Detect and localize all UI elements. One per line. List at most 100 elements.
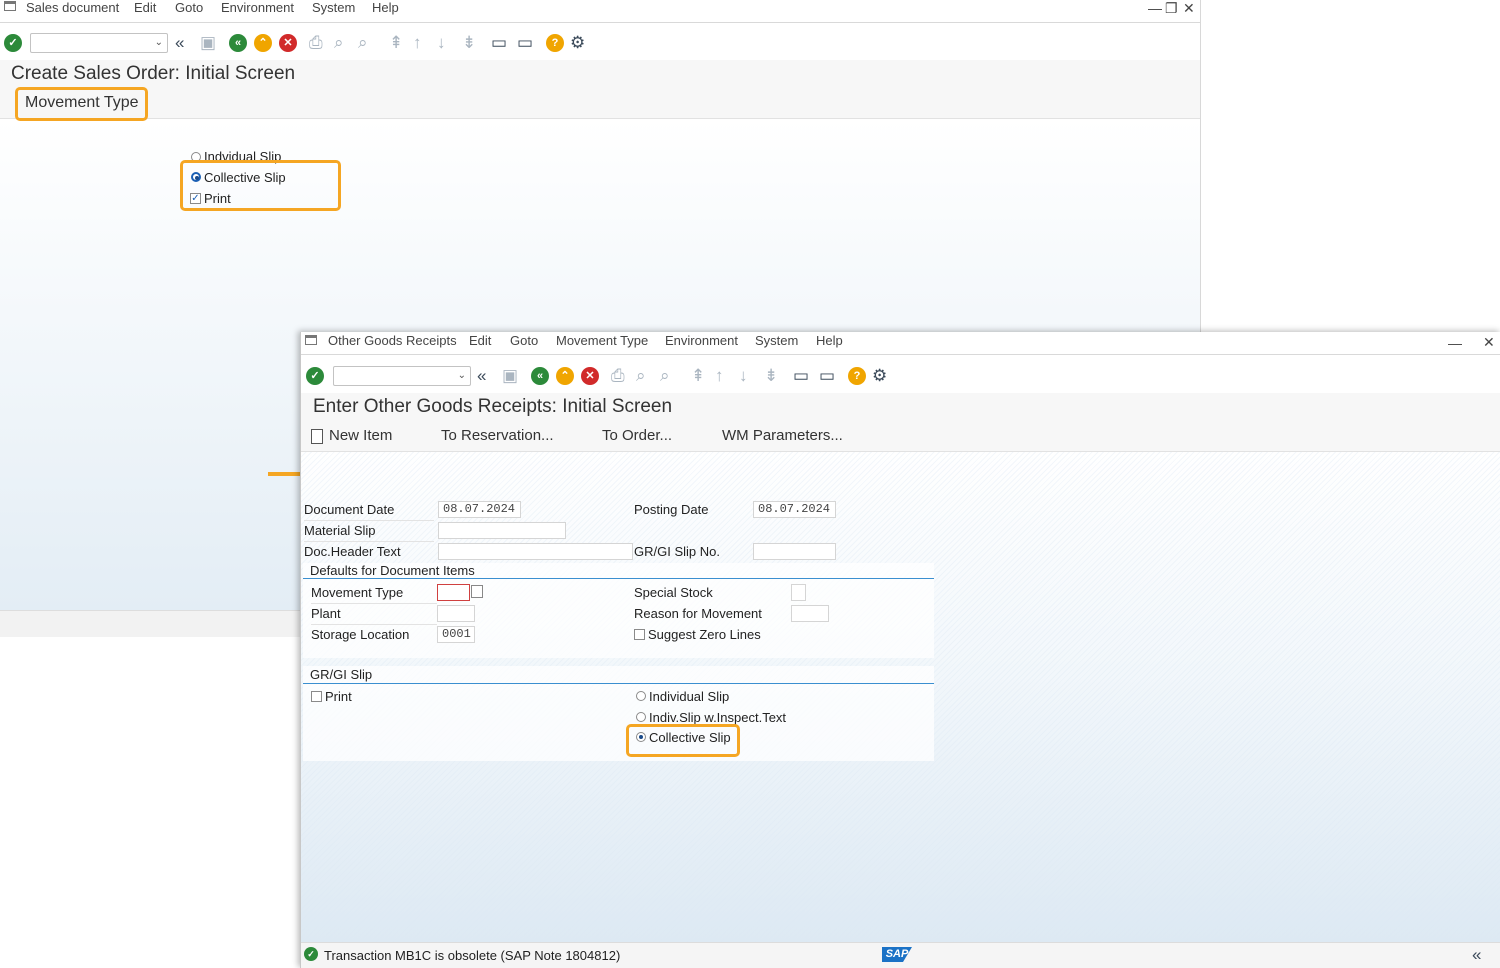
plant-label: Plant <box>311 606 341 621</box>
cancel-icon[interactable]: ✕ <box>581 367 599 385</box>
menu-system[interactable]: System <box>755 333 798 349</box>
menu-icon[interactable] <box>4 1 16 11</box>
document-date-label: Document Date <box>304 502 395 517</box>
suggest-zero-lines-checkbox[interactable] <box>634 629 645 640</box>
menu-environment[interactable]: Environment <box>221 0 294 16</box>
back-icon[interactable]: « <box>531 367 549 385</box>
menu-goto[interactable]: Goto <box>510 333 538 349</box>
posting-date-field[interactable]: 08.07.2024 <box>753 501 836 518</box>
reason-for-movement-field[interactable] <box>791 605 829 622</box>
menu-other-goods-receipts[interactable]: Other Goods Receipts <box>328 333 457 349</box>
exit-icon[interactable]: ⌃ <box>556 367 574 385</box>
collective-slip-highlight <box>626 724 740 757</box>
settings-gear-icon[interactable]: ⚙ <box>872 367 887 385</box>
movement-type-label: Movement Type <box>311 585 404 600</box>
status-message[interactable]: Transaction MB1C is obsolete (SAP Note 1… <box>324 948 620 963</box>
indiv-slip-inspect-label: Indiv.Slip w.Inspect.Text <box>649 710 787 725</box>
doc-header-text-label: Doc.Header Text <box>304 544 401 559</box>
individual-slip-label: Individual Slip <box>649 689 730 704</box>
individual-slip-radio[interactable] <box>636 691 646 701</box>
gr-gi-slip-no-field[interactable] <box>753 543 836 560</box>
chevron-down-icon: ⌄ <box>154 37 163 48</box>
sap-logo: SAP <box>882 947 912 962</box>
menu-bar: Sales document Edit Goto Environment Sys… <box>0 0 1200 23</box>
cancel-icon[interactable]: ✕ <box>279 34 297 52</box>
back-icon[interactable]: « <box>229 34 247 52</box>
minimize-icon[interactable]: — <box>1448 335 1462 351</box>
menu-edit[interactable]: Edit <box>469 333 491 349</box>
new-session-icon[interactable]: ▭ <box>793 367 809 385</box>
application-toolbar: Movement Type <box>0 88 1200 119</box>
menu-sales-document[interactable]: Sales document <box>26 0 119 16</box>
to-order-button[interactable]: To Order... <box>602 427 672 444</box>
menu-goto[interactable]: Goto <box>175 0 203 16</box>
gr-gi-slip-no-label: GR/GI Slip No. <box>634 544 720 559</box>
reason-for-movement-label: Reason for Movement <box>634 606 762 621</box>
collapse-icon[interactable]: « <box>175 34 184 52</box>
special-stock-field[interactable] <box>791 584 806 601</box>
slip-print-checkbox[interactable] <box>311 691 322 702</box>
first-page-icon: ⇞ <box>691 366 706 385</box>
row-divider <box>304 541 434 542</box>
shortcut-icon[interactable]: ▭ <box>819 367 835 385</box>
defaults-group: Defaults for Document Items Movement Typ… <box>303 563 934 658</box>
posting-date-label: Posting Date <box>634 502 709 517</box>
menu-help[interactable]: Help <box>372 0 399 16</box>
doc-header-text-field[interactable] <box>438 543 633 560</box>
menu-help[interactable]: Help <box>816 333 843 349</box>
to-reservation-button[interactable]: To Reservation... <box>441 427 554 444</box>
defaults-group-title: Defaults for Document Items <box>310 563 475 578</box>
previous-page-icon: ↑ <box>413 33 422 52</box>
page-title: Enter Other Goods Receipts: Initial Scre… <box>313 396 673 417</box>
previous-page-icon: ↑ <box>715 366 724 385</box>
indiv-slip-inspect-radio[interactable] <box>636 712 646 722</box>
help-icon[interactable]: ? <box>546 34 564 52</box>
menu-system[interactable]: System <box>312 0 355 16</box>
goods-receipt-window: Other Goods Receipts Edit Goto Movement … <box>300 332 1500 968</box>
movement-type-field[interactable] <box>437 584 470 601</box>
shortcut-icon[interactable]: ▭ <box>517 34 533 52</box>
save-icon: ▣ <box>502 366 519 385</box>
menu-environment[interactable]: Environment <box>665 333 738 349</box>
material-slip-label: Material Slip <box>304 523 376 538</box>
gr-gi-slip-group-header <box>303 666 934 684</box>
find-next-icon: ⌕ <box>660 366 670 385</box>
plant-field[interactable] <box>437 605 475 622</box>
storage-location-field[interactable]: 0001 <box>437 626 475 643</box>
exit-icon[interactable]: ⌃ <box>254 34 272 52</box>
close-icon[interactable]: ✕ <box>1483 334 1495 350</box>
enter-check-icon[interactable]: ✓ <box>4 34 22 52</box>
new-item-button[interactable]: New Item <box>329 427 392 444</box>
title-bar: Create Sales Order: Initial Screen <box>0 60 1200 88</box>
wm-parameters-button[interactable]: WM Parameters... <box>722 427 843 444</box>
collapse-icon[interactable]: « <box>477 367 486 385</box>
command-field[interactable]: ⌄ <box>333 366 471 386</box>
value-help-icon[interactable] <box>471 585 483 598</box>
collapse-status-icon[interactable]: « <box>1472 946 1481 964</box>
chevron-down-icon: ⌄ <box>457 370 466 381</box>
row-divider <box>311 624 437 625</box>
menu-icon[interactable] <box>305 335 317 345</box>
command-field[interactable]: ⌄ <box>30 33 168 53</box>
material-slip-field[interactable] <box>438 522 566 539</box>
document-date-field[interactable]: 08.07.2024 <box>438 501 521 518</box>
last-page-icon: ⇟ <box>764 366 779 385</box>
new-session-icon[interactable]: ▭ <box>491 34 507 52</box>
suggest-zero-lines-label: Suggest Zero Lines <box>648 627 761 642</box>
restore-icon[interactable]: ❐ <box>1165 0 1178 16</box>
close-icon[interactable]: ✕ <box>1183 0 1195 16</box>
settings-gear-icon[interactable]: ⚙ <box>570 34 585 52</box>
minimize-icon[interactable]: — <box>1148 0 1162 16</box>
title-bar: Enter Other Goods Receipts: Initial Scre… <box>301 393 1500 421</box>
enter-check-icon[interactable]: ✓ <box>306 367 324 385</box>
success-check-icon: ✓ <box>304 947 318 961</box>
menu-movement-type[interactable]: Movement Type <box>556 333 648 349</box>
help-icon[interactable]: ? <box>848 367 866 385</box>
menu-edit[interactable]: Edit <box>134 0 156 16</box>
find-next-icon: ⌕ <box>358 33 368 52</box>
movement-type-highlight <box>15 87 148 121</box>
special-stock-label: Special Stock <box>634 585 713 600</box>
system-toolbar: ✓ ⌄ « ▣ « ⌃ ✕ ⎙ ⌕ ⌕ ⇞ ↑ ↓ ⇟ ▭ ▭ ? ⚙ <box>0 30 1200 60</box>
row-divider <box>304 520 434 521</box>
bottom-content-area: Document Date 08.07.2024 Posting Date 08… <box>301 452 1500 943</box>
